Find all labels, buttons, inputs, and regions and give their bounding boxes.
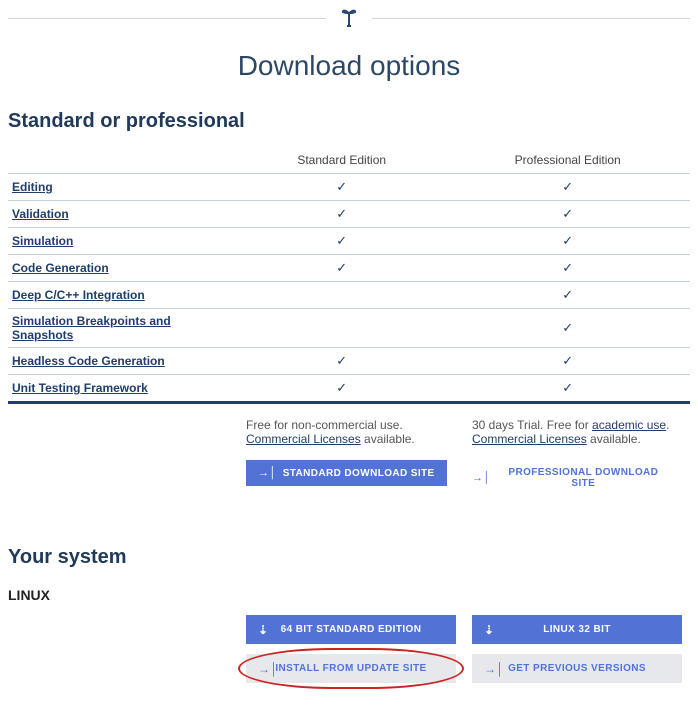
download-32bit-button[interactable]: ⇣ Linux 32 Bit	[472, 615, 682, 644]
commercial-licenses-link[interactable]: Commercial Licenses	[472, 432, 587, 446]
table-row: Validation ✓ ✓	[8, 201, 690, 228]
install-from-update-site-button[interactable]: →│ Install From Update Site	[246, 654, 456, 683]
check-icon: ✓	[562, 260, 573, 275]
get-previous-versions-button[interactable]: →│ Get Previous Versions	[472, 654, 682, 683]
check-icon: ✓	[336, 380, 347, 395]
arrow-right-icon: →│	[472, 472, 491, 484]
column-header-standard: Standard Edition	[238, 147, 445, 174]
table-row: Simulation Breakpoints and Snapshots ✓	[8, 309, 690, 348]
check-icon: ✓	[562, 233, 573, 248]
check-icon: ✓	[562, 380, 573, 395]
divider-line	[8, 18, 326, 19]
feature-link[interactable]: Unit Testing Framework	[12, 381, 148, 395]
standard-note: Free for non-commercial use. Commercial …	[238, 418, 464, 496]
check-icon: ✓	[336, 233, 347, 248]
table-row: Unit Testing Framework ✓ ✓	[8, 375, 690, 403]
check-icon: ✓	[562, 320, 573, 335]
check-icon: ✓	[562, 206, 573, 221]
feature-link[interactable]: Simulation Breakpoints and Snapshots	[12, 314, 171, 342]
table-row: Code Generation ✓ ✓	[8, 255, 690, 282]
feature-link[interactable]: Editing	[12, 180, 53, 194]
os-heading: LINUX	[8, 587, 690, 603]
highlight-circle: →│ Install From Update Site	[246, 654, 456, 683]
download-icon: ⇣	[258, 623, 268, 637]
check-icon: ✓	[562, 179, 573, 194]
comparison-table: Standard Edition Professional Edition Ed…	[8, 147, 690, 404]
table-row: Headless Code Generation ✓ ✓	[8, 348, 690, 375]
check-icon: ✓	[336, 179, 347, 194]
check-icon: ✓	[336, 353, 347, 368]
feature-link[interactable]: Code Generation	[12, 261, 109, 275]
download-64bit-button[interactable]: ⇣ 64 Bit Standard Edition	[246, 615, 456, 644]
feature-link[interactable]: Headless Code Generation	[12, 354, 165, 368]
check-icon: ✓	[562, 353, 573, 368]
feature-link[interactable]: Deep C/C++ Integration	[12, 288, 145, 302]
check-icon: ✓	[336, 206, 347, 221]
commercial-licenses-link[interactable]: Commercial Licenses	[246, 432, 361, 446]
standard-download-site-button[interactable]: →│ Standard Download Site	[246, 460, 447, 486]
divider-line	[372, 18, 690, 19]
check-icon: ✓	[336, 260, 347, 275]
table-row: Deep C/C++ Integration ✓	[8, 282, 690, 309]
header-divider	[8, 0, 690, 32]
table-row: Editing ✓ ✓	[8, 174, 690, 201]
section-compare-heading: Standard or professional	[8, 110, 690, 133]
academic-use-link[interactable]: academic use	[592, 418, 666, 432]
professional-note: 30 days Trial. Free for academic use. Co…	[464, 418, 690, 496]
page-title: Download options	[8, 50, 690, 82]
section-system-heading: Your system	[8, 546, 690, 569]
feature-link[interactable]: Simulation	[12, 234, 73, 248]
arrow-right-icon: →│	[258, 467, 277, 479]
check-icon: ✓	[562, 287, 573, 302]
arrow-right-icon: →│	[484, 662, 504, 676]
arrow-right-icon: →│	[258, 662, 278, 676]
feature-link[interactable]: Validation	[12, 207, 69, 221]
table-row: Simulation ✓ ✓	[8, 228, 690, 255]
column-header-professional: Professional Edition	[445, 147, 690, 174]
logo-icon	[340, 8, 358, 28]
download-icon: ⇣	[484, 623, 494, 637]
professional-download-site-button[interactable]: →│ Professional Download Site	[472, 460, 682, 496]
